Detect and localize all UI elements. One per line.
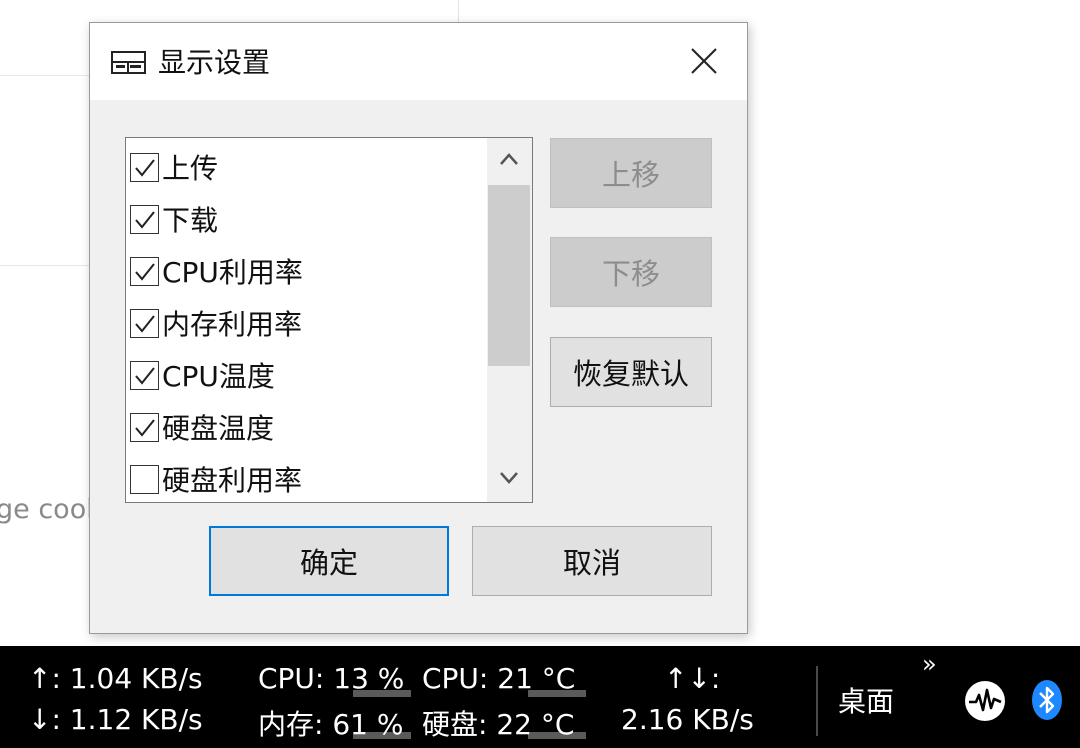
checkbox[interactable] xyxy=(130,152,159,182)
background-divider xyxy=(458,0,459,22)
grid-window-icon xyxy=(111,51,146,74)
upload-speed: ↑: 1.04 KB/s xyxy=(28,662,203,695)
list-item-label: CPU温度 xyxy=(162,360,275,393)
list-item-cpu-usage[interactable]: CPU利用率 xyxy=(130,247,490,295)
desktop-button[interactable]: 桌面 xyxy=(838,680,894,720)
checkmark-icon xyxy=(135,314,155,333)
restore-default-button[interactable]: 恢复默认 xyxy=(550,337,712,407)
download-speed: ↓: 1.12 KB/s xyxy=(28,703,203,736)
dialog-title: 显示设置 xyxy=(158,46,271,79)
checkmark-icon xyxy=(135,418,155,437)
activity-monitor-icon[interactable] xyxy=(963,679,1007,727)
checkmark-icon xyxy=(135,262,155,281)
list-item-label: 下载 xyxy=(162,204,219,237)
background-divider xyxy=(0,265,90,266)
display-settings-dialog: 显示设置 上传 下载 CPU利用率 内存利用率 CPU温度 硬盘温度 硬盘利用率… xyxy=(89,22,748,634)
tray-overflow-chevron-icon[interactable]: » xyxy=(922,650,937,678)
checkbox[interactable] xyxy=(130,308,159,338)
list-item-cpu-temp[interactable]: CPU温度 xyxy=(130,351,490,399)
checkmark-icon xyxy=(135,210,155,229)
dialog-titlebar[interactable]: 显示设置 xyxy=(90,23,747,100)
checkbox[interactable] xyxy=(130,256,159,286)
scroll-thumb[interactable] xyxy=(488,185,530,366)
scroll-down-button[interactable] xyxy=(487,457,532,502)
checkbox[interactable] xyxy=(130,464,159,494)
close-icon xyxy=(691,48,717,74)
list-item-upload[interactable]: 上传 xyxy=(130,143,490,191)
memory-usage: 内存: 61 % xyxy=(258,708,404,741)
total-speed-value: 2.16 KB/s xyxy=(621,703,754,736)
list-item-download[interactable]: 下载 xyxy=(130,195,490,243)
checkbox[interactable] xyxy=(130,412,159,442)
checkmark-icon xyxy=(135,366,155,385)
list-item-label: 硬盘温度 xyxy=(162,412,275,445)
disk-temperature: 硬盘: 22 °C xyxy=(422,708,575,741)
list-scrollbar[interactable] xyxy=(487,138,532,502)
list-item-label: 硬盘利用率 xyxy=(162,464,303,497)
taskbar: ↑: 1.04 KB/s ↓: 1.12 KB/s CPU: 13 % 内存: … xyxy=(0,646,1080,748)
chevron-up-icon xyxy=(500,153,518,165)
list-item-label: 内存利用率 xyxy=(162,308,303,341)
scroll-up-button[interactable] xyxy=(487,138,532,183)
move-down-button[interactable]: 下移 xyxy=(550,237,712,307)
checkbox[interactable] xyxy=(130,360,159,390)
background-partial-text: ge cook xyxy=(0,494,90,525)
bluetooth-icon[interactable] xyxy=(1032,680,1062,724)
chevron-down-icon xyxy=(500,472,518,484)
close-button[interactable] xyxy=(678,39,730,83)
list-item-label: 上传 xyxy=(162,152,219,185)
checkmark-icon xyxy=(135,158,155,177)
list-item-label: CPU利用率 xyxy=(162,256,303,289)
ok-button[interactable]: 确定 xyxy=(209,526,449,596)
background-divider xyxy=(0,75,90,76)
move-up-button[interactable]: 上移 xyxy=(550,138,712,208)
display-items-list[interactable]: 上传 下载 CPU利用率 内存利用率 CPU温度 硬盘温度 硬盘利用率 xyxy=(125,137,533,503)
screen: ge cook 显示设置 上传 xyxy=(0,0,1080,748)
cancel-button[interactable]: 取消 xyxy=(472,526,712,596)
cpu-usage: CPU: 13 % xyxy=(258,662,405,695)
cpu-temperature: CPU: 21 °C xyxy=(422,662,576,695)
list-item-memory-usage[interactable]: 内存利用率 xyxy=(130,299,490,347)
list-item-disk-usage[interactable]: 硬盘利用率 xyxy=(130,455,490,502)
list-item-disk-temp[interactable]: 硬盘温度 xyxy=(130,403,490,451)
checkbox[interactable] xyxy=(130,204,159,234)
total-speed-label: ↑↓: xyxy=(664,662,721,695)
taskbar-separator xyxy=(816,666,818,736)
